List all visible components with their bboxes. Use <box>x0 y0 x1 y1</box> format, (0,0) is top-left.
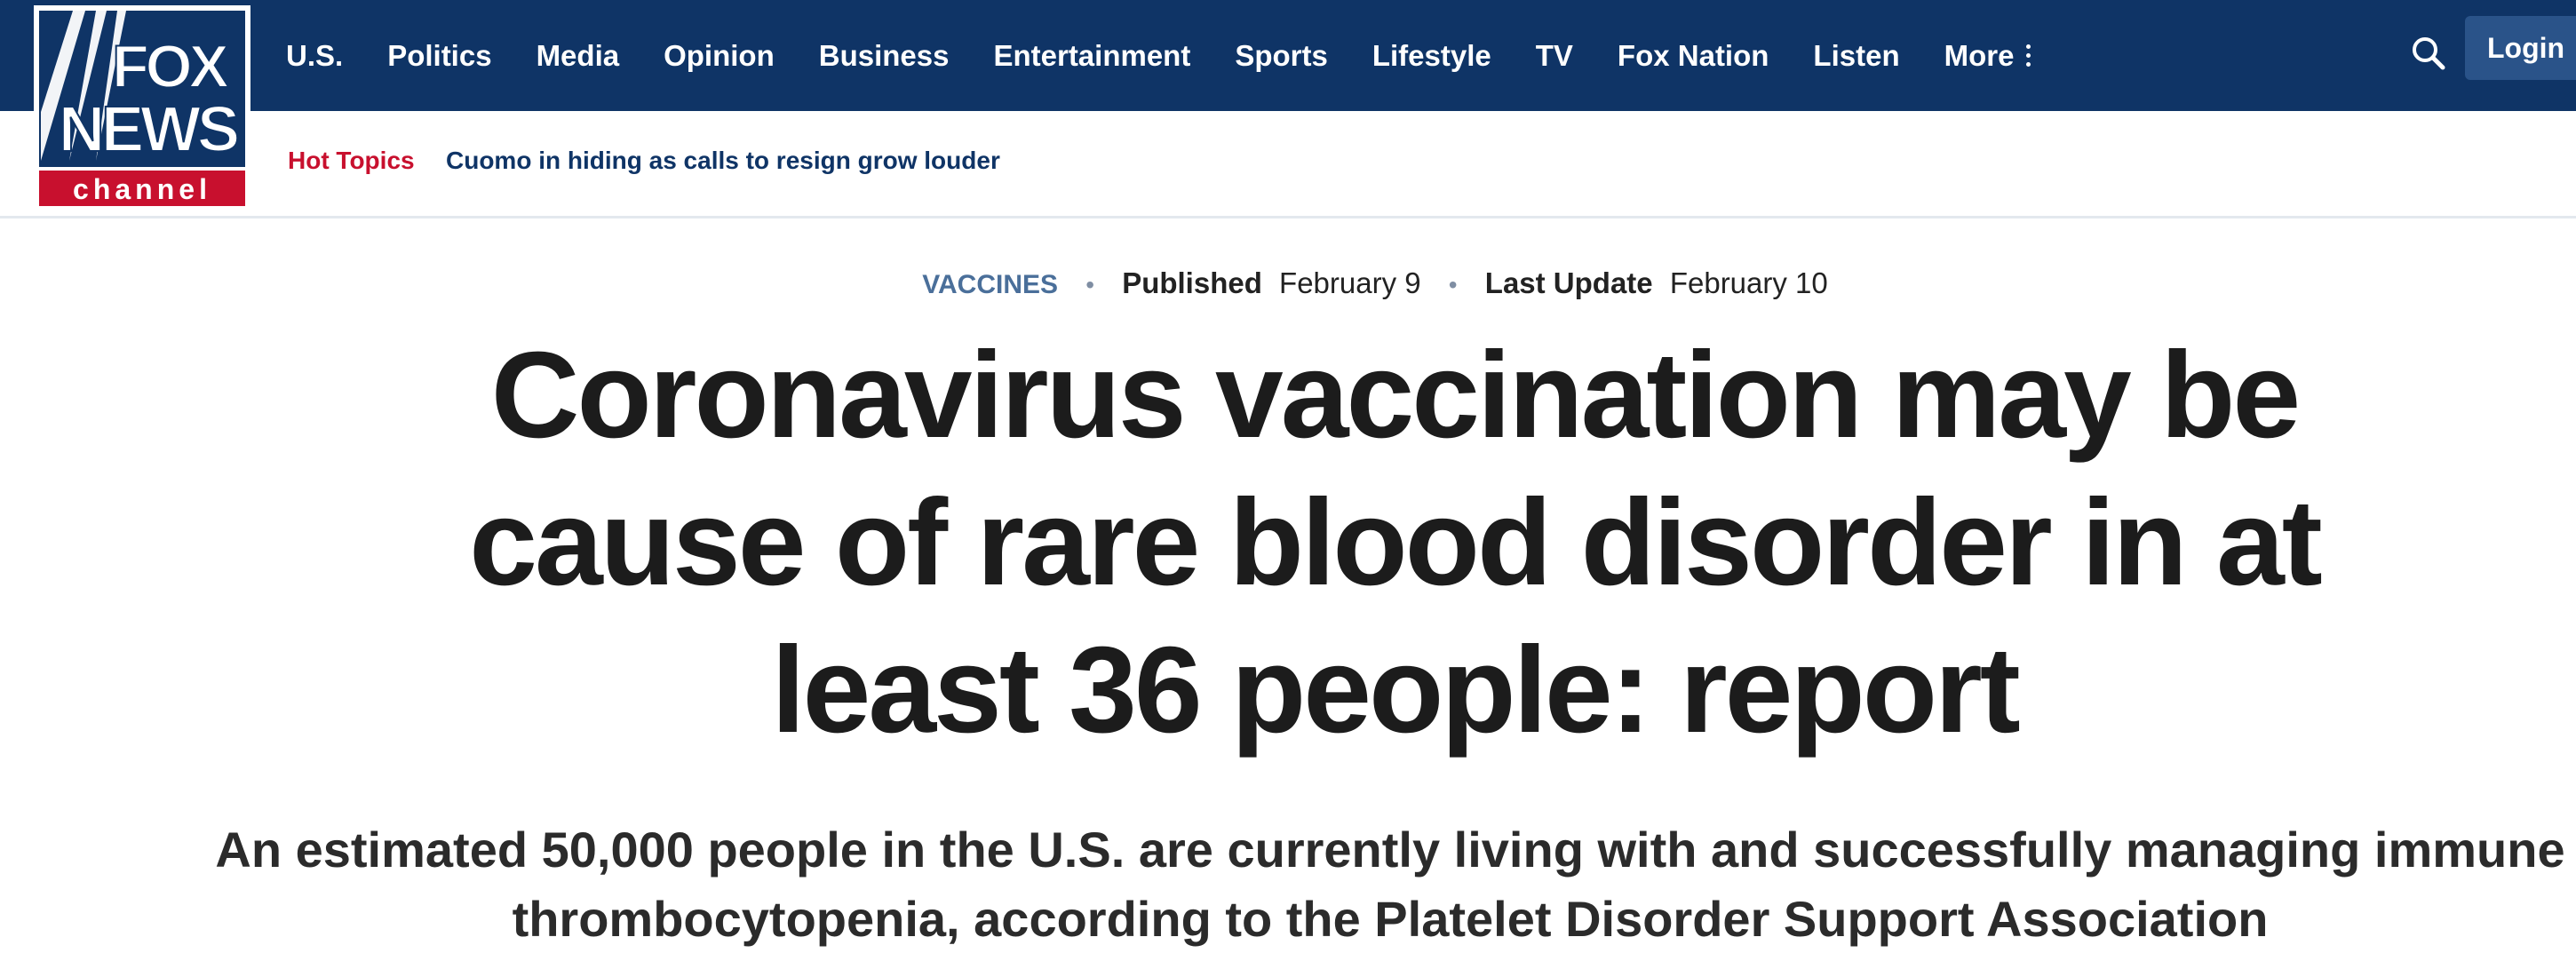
nav-item-media[interactable]: Media <box>537 39 620 73</box>
nav-item-lifestyle[interactable]: Lifestyle <box>1372 39 1491 73</box>
nav-item-entertainment[interactable]: Entertainment <box>993 39 1190 73</box>
nav-item-sports[interactable]: Sports <box>1235 39 1328 73</box>
vertical-dots-icon <box>2026 44 2031 67</box>
nav-item-fox-nation[interactable]: Fox Nation <box>1618 39 1769 73</box>
svg-text:NEWS: NEWS <box>59 94 238 165</box>
nav-item-opinion[interactable]: Opinion <box>664 39 775 73</box>
search-button[interactable] <box>2407 32 2450 75</box>
fox-news-channel-logo[interactable]: FOX NEWS channel <box>34 5 250 211</box>
updated-label: Last Update <box>1484 266 1653 299</box>
article-meta: VACCINES • Published February 9 • Last U… <box>0 266 2576 300</box>
published-label: Published <box>1122 266 1262 299</box>
meta-separator: • <box>1448 271 1458 298</box>
nav-item-more-label: More <box>1944 38 2015 72</box>
meta-separator: • <box>1085 271 1095 298</box>
nav-item-politics[interactable]: Politics <box>387 39 491 73</box>
category-eyebrow[interactable]: VACCINES <box>922 270 1058 299</box>
hot-topics-bar: Hot Topics Cuomo in hiding as calls to r… <box>0 111 2576 218</box>
updated-date: February 10 <box>1669 266 1828 299</box>
nav-item-us[interactable]: U.S. <box>286 39 343 73</box>
article-headline: Coronavirus vaccination may be cause of … <box>469 327 2323 758</box>
published-date: February 9 <box>1279 266 1421 299</box>
svg-text:channel: channel <box>73 173 211 205</box>
article-subheadline: An estimated 50,000 people in the U.S. a… <box>215 822 2565 947</box>
top-navigation-bar: U.S. Politics Media Opinion Business Ent… <box>0 0 2576 111</box>
hot-topics-label: Hot Topics <box>288 147 415 174</box>
nav-item-tv[interactable]: TV <box>1536 39 1573 73</box>
hot-topic-link[interactable]: Cuomo in hiding as calls to resign grow … <box>446 147 1000 175</box>
nav-item-more[interactable]: More <box>1944 39 2031 73</box>
main-nav: U.S. Politics Media Opinion Business Ent… <box>286 0 2075 111</box>
search-icon <box>2413 37 2445 70</box>
nav-item-listen[interactable]: Listen <box>1813 39 1899 73</box>
nav-item-business[interactable]: Business <box>819 39 950 73</box>
svg-text:FOX: FOX <box>112 33 228 100</box>
login-button[interactable]: Login <box>2465 16 2576 80</box>
